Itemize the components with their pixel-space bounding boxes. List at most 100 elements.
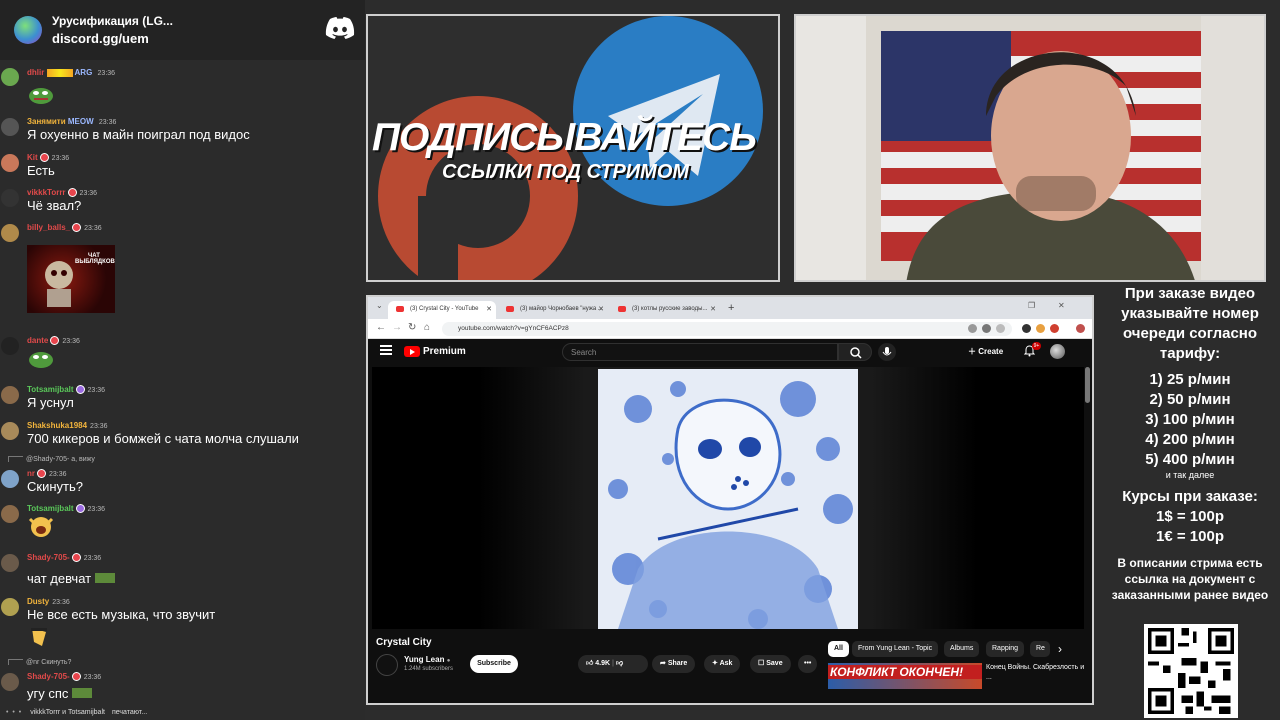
ask-button[interactable]: ✦ Ask — [704, 655, 741, 673]
extension-icon[interactable] — [1036, 324, 1045, 333]
share-icon: ➦ — [660, 660, 666, 667]
tab-close-icon[interactable]: ✕ — [710, 305, 716, 313]
order-info-panel: При заказе видео указывайте номер очеред… — [1100, 284, 1280, 720]
browser-tab-2[interactable]: (3) майор Чорнобаев "нужа ... ✕ — [498, 301, 608, 319]
chip-rapping[interactable]: Rapping — [986, 641, 1025, 657]
zoom-icon[interactable] — [968, 324, 977, 333]
chat-image[interactable]: ЧАТ ВЫБЛЯДКОВ — [27, 245, 115, 313]
chat-username: Shady-705- 23:36 — [27, 553, 102, 563]
recommended-video-thumbnail[interactable]: КОНФЛИКТ ОКОНЧЕН! — [828, 663, 982, 689]
create-button[interactable]: ＋ Create — [968, 346, 1003, 357]
chip-partial[interactable]: Re — [1030, 641, 1050, 657]
avatar — [1, 673, 19, 691]
status-badge — [37, 469, 46, 479]
share-button[interactable]: ➦ Share — [652, 655, 696, 673]
chip-from-yung-lean[interactable]: From Yung Lean - Topic — [852, 641, 939, 657]
chat-text: угу спс — [27, 686, 93, 701]
home-icon[interactable]: ⌂ — [424, 322, 430, 333]
album-art-image — [598, 369, 858, 629]
bookmark-star-icon[interactable] — [996, 324, 1005, 333]
avatar — [1, 386, 19, 404]
save-icon: ☐ — [758, 660, 765, 667]
chat-username: Totsamijbalt 23:36 — [27, 385, 106, 395]
reply-reference[interactable]: @nr Скинуть? — [8, 659, 71, 666]
description-note: В описании стрима есть ссылка на докумен… — [1111, 556, 1269, 602]
chevron-right-icon[interactable]: › — [1058, 642, 1062, 656]
browser-tab-bar: ⌄ (3) Crystal City - YouTube ✕ (3) майор… — [368, 297, 1092, 319]
subscribe-button[interactable]: Subscribe — [470, 655, 518, 673]
chat-username: billy_balls_ 23:36 — [27, 223, 102, 233]
extension-icon[interactable] — [1050, 324, 1059, 333]
tariff-etc: и так далее — [1165, 470, 1215, 480]
recommended-video-title[interactable]: Конец Войны. Скабрезлость и ... — [986, 663, 1086, 683]
server-icon — [14, 16, 42, 44]
forward-icon[interactable]: → — [392, 322, 402, 333]
install-icon[interactable] — [982, 324, 991, 333]
tab-close-icon[interactable]: ✕ — [598, 305, 604, 313]
search-input[interactable]: Search — [562, 343, 838, 361]
hamburger-menu-icon[interactable] — [380, 345, 392, 355]
avatar — [1, 598, 19, 616]
tariff-item: 5) 400 р/мин — [1145, 451, 1235, 468]
microphone-icon — [882, 347, 892, 356]
save-button[interactable]: ☐ Save — [750, 655, 791, 673]
server-invite-link[interactable]: discord.gg/uem — [52, 31, 173, 46]
extension-icon[interactable] — [1022, 324, 1031, 333]
pepe-emote-icon — [29, 88, 53, 104]
discord-icon — [325, 17, 355, 39]
tariff-item: 4) 200 р/мин — [1145, 431, 1235, 448]
server-name: Урусификация (LG... — [52, 14, 173, 28]
profile-icon[interactable] — [1076, 324, 1085, 333]
search-button[interactable] — [838, 343, 872, 361]
reply-reference[interactable]: @Shady-705- а, вижу — [8, 456, 95, 463]
reload-icon[interactable]: ↻ — [408, 322, 416, 333]
close-window-icon[interactable]: ✕ — [1058, 301, 1065, 310]
avatar — [1, 505, 19, 523]
browser-address-bar: ← → ↻ ⌂ youtube.com/watch?v=gYnCF6ACPz8 — [368, 319, 1092, 339]
youtube-favicon-icon — [396, 306, 404, 312]
restore-window-icon[interactable]: ❐ — [1028, 301, 1035, 310]
voice-search-button[interactable] — [878, 343, 896, 361]
channel-name[interactable]: Yung Lean ● — [404, 655, 450, 664]
status-badge — [67, 188, 77, 198]
url-input[interactable]: youtube.com/watch?v=gYnCF6ACPz8 — [442, 322, 1012, 336]
chat-text: Чё звал? — [27, 198, 82, 213]
chat-text: Я охуенно в майн поиграл под видос — [27, 127, 250, 142]
rates-title: Курсы при заказе: — [1122, 488, 1258, 505]
channel-avatar[interactable] — [376, 654, 398, 676]
video-title: Crystal City — [376, 637, 432, 648]
youtube-premium-label: Premium — [423, 346, 466, 357]
tariff-item: 2) 50 р/мин — [1149, 391, 1231, 408]
tab-close-icon[interactable]: ✕ — [486, 305, 492, 313]
search-icon — [850, 347, 862, 359]
back-icon[interactable]: ← — [376, 322, 386, 333]
avatar — [1, 470, 19, 488]
chip-albums[interactable]: Albums — [944, 641, 980, 657]
money-emote-icon — [94, 573, 115, 583]
chat-username: Shady-705- 23:36 — [27, 672, 102, 682]
chip-all[interactable]: All — [828, 641, 849, 657]
stream-overlay: Урусификация (LG... discord.gg/uem dhlir… — [0, 0, 1280, 720]
like-dislike-button[interactable]: 👍︎ 4.9K | 👎︎ — [578, 655, 648, 673]
video-player[interactable] — [372, 367, 1084, 629]
youtube-logo-icon[interactable] — [404, 346, 420, 357]
qr-code-icon — [1144, 624, 1238, 718]
browser-tab-youtube[interactable]: (3) Crystal City - YouTube ✕ — [388, 301, 496, 319]
browser-tab-3[interactable]: (3) котлы русские заводы... ✕ — [610, 301, 720, 319]
streamer-camera-image — [796, 16, 1264, 280]
avatar — [1, 422, 19, 440]
thumbs-down-icon: 👎︎ — [615, 660, 624, 667]
youtube-header: Premium Search ＋ Create 9+ — [368, 339, 1092, 365]
chat-text: Есть — [27, 163, 55, 178]
page-scrollbar[interactable] — [1085, 367, 1090, 403]
new-tab-icon[interactable]: + — [728, 302, 734, 314]
chat-username: Shakshuka1984 23:36 — [27, 421, 108, 430]
status-badge — [75, 385, 85, 395]
account-avatar[interactable] — [1050, 344, 1065, 359]
tab-search-icon[interactable]: ⌄ — [376, 301, 383, 310]
chat-text: Скинуть? — [27, 479, 83, 494]
more-actions-button[interactable]: ••• — [798, 655, 818, 673]
notification-count-badge: 9+ — [1032, 342, 1041, 350]
chat-text: Я уснул — [27, 395, 74, 410]
subscriber-count: 1.24M subscribers — [404, 666, 454, 672]
